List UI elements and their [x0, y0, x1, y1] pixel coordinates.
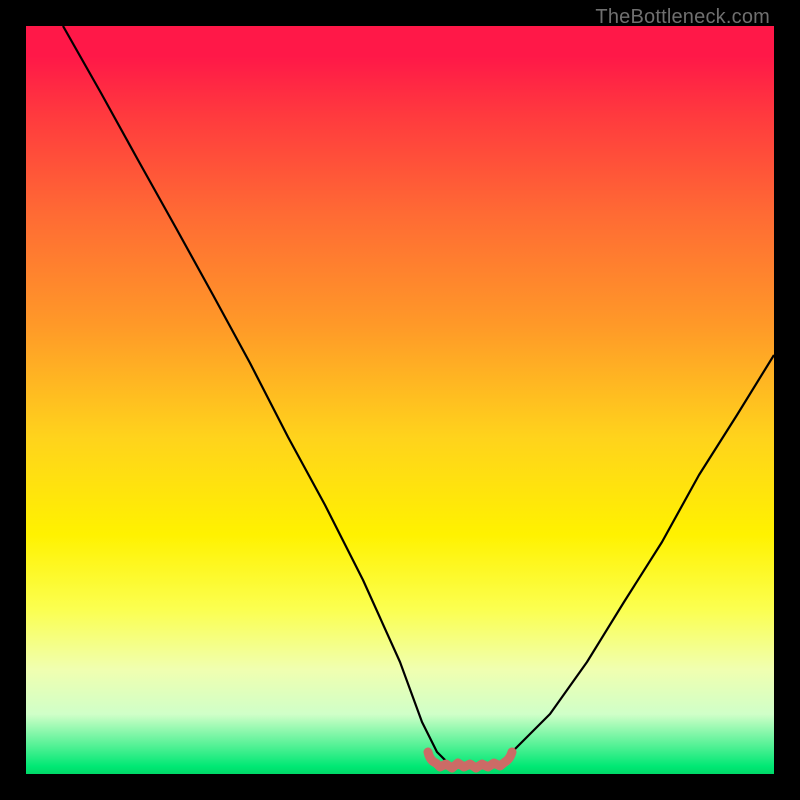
- bottleneck-curve-line: [63, 26, 774, 767]
- chart-frame: TheBottleneck.com: [0, 0, 800, 800]
- plot-area: [26, 26, 774, 774]
- curve-layer: [26, 26, 774, 774]
